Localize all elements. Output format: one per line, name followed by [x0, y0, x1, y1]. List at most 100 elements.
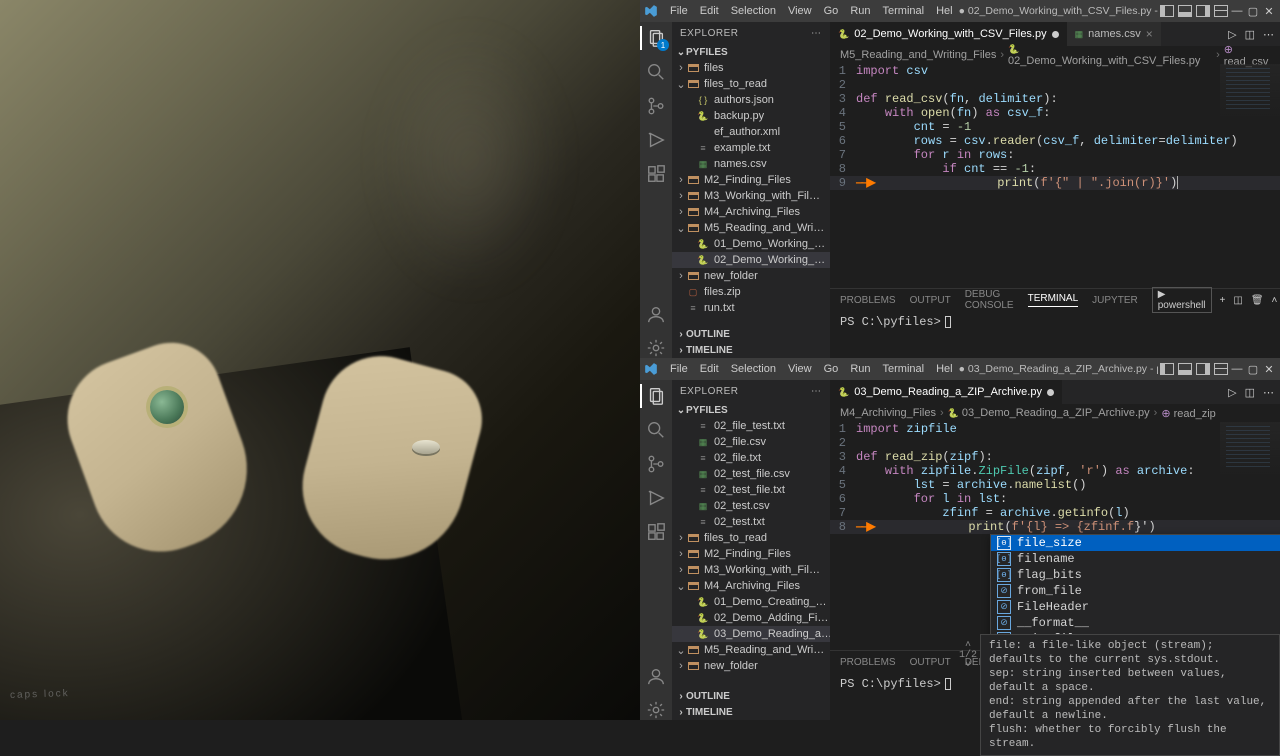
- layout-toggle-left-icon[interactable]: [1160, 5, 1174, 17]
- account-icon[interactable]: [646, 666, 666, 686]
- tree-item[interactable]: › M3_Working_with_Fil…: [672, 562, 830, 578]
- workspace-root[interactable]: ⌄PYFILES: [672, 402, 830, 418]
- breadcrumb-segment[interactable]: ⊕ read_zip: [1161, 407, 1215, 420]
- tree-item[interactable]: › new_folder: [672, 268, 830, 284]
- tree-item[interactable]: 🐍 01_Demo_Working_…: [672, 236, 830, 252]
- menu-view[interactable]: View: [782, 363, 818, 375]
- breadcrumb[interactable]: M4_Archiving_Files›🐍 03_Demo_Reading_a_Z…: [830, 404, 1280, 422]
- menu-view[interactable]: View: [782, 5, 818, 17]
- code-line[interactable]: rows = csv.reader(csv_f, delimiter=delim…: [856, 134, 1238, 148]
- files-icon[interactable]: [646, 386, 666, 406]
- tree-item[interactable]: ≡ 02_file_test.txt: [672, 418, 830, 434]
- autocomplete-item[interactable]: [ө] flag_bits: [991, 567, 1280, 583]
- layout-toggle-bottom-icon[interactable]: [1178, 5, 1192, 17]
- workspace-root[interactable]: ⌄PYFILES: [672, 44, 830, 60]
- tree-item[interactable]: › M2_Finding_Files: [672, 172, 830, 188]
- minimize-button[interactable]: —: [1230, 4, 1244, 18]
- autocomplete-item[interactable]: [ө] file_size: [991, 535, 1280, 551]
- layout-toggle-bottom-icon[interactable]: [1178, 363, 1192, 375]
- autocomplete-popup[interactable]: [ө] file_size [ө] filename [ө] flag_bits…: [990, 534, 1280, 648]
- code-line[interactable]: ——▶ print(f'{" | ".join(r)}'): [856, 176, 1178, 190]
- code-line[interactable]: import zipfile: [856, 422, 957, 436]
- more-icon[interactable]: ⋯: [811, 386, 822, 397]
- close-tab-icon[interactable]: ×: [1146, 27, 1153, 41]
- panel-tab-terminal[interactable]: TERMINAL: [1028, 293, 1079, 307]
- autocomplete-item[interactable]: [ө] filename: [991, 551, 1280, 567]
- panel-tab-output[interactable]: OUTPUT: [910, 295, 951, 306]
- timeline-section[interactable]: ›TIMELINE: [672, 342, 830, 358]
- tree-item[interactable]: ⌄ M5_Reading_and_Wri…: [672, 220, 830, 236]
- menu-file[interactable]: File: [664, 5, 694, 17]
- timeline-section[interactable]: ›TIMELINE: [672, 704, 830, 720]
- maximize-button[interactable]: ▢: [1246, 4, 1260, 18]
- code-line[interactable]: for r in rows:: [856, 148, 1014, 162]
- layout-toggle-left-icon[interactable]: [1160, 363, 1174, 375]
- menu-go[interactable]: Go: [818, 363, 845, 375]
- layout-customize-icon[interactable]: [1214, 363, 1228, 375]
- tree-item[interactable]: 🐍 02_Demo_Adding_Fi…: [672, 610, 830, 626]
- extensions-icon[interactable]: [646, 164, 666, 184]
- code-line[interactable]: import csv: [856, 64, 928, 78]
- more-actions-icon[interactable]: ⋯: [1263, 386, 1274, 399]
- minimap[interactable]: [1220, 422, 1280, 482]
- breadcrumb-segment[interactable]: M5_Reading_and_Writing_Files: [840, 49, 996, 61]
- chevron-up-icon[interactable]: ˄: [1272, 295, 1278, 306]
- tree-item[interactable]: ≡ example.txt: [672, 140, 830, 156]
- account-icon[interactable]: [646, 304, 666, 324]
- signature-nav[interactable]: ˄1/2˅: [959, 641, 977, 671]
- search-icon[interactable]: [646, 420, 666, 440]
- close-button[interactable]: ✕: [1262, 362, 1276, 376]
- code-line[interactable]: ——▶ print(f'{l} => {zfinf.f}'): [856, 520, 1156, 534]
- tree-item[interactable]: ▦ 02_test_file.csv: [672, 466, 830, 482]
- tree-item[interactable]: › M3_Working_with_Fil…: [672, 188, 830, 204]
- code-line[interactable]: if cnt == -1:: [856, 162, 1036, 176]
- tree-item[interactable]: ef_author.xml: [672, 124, 830, 140]
- menu-run[interactable]: Run: [844, 5, 876, 17]
- tree-item[interactable]: 🐍 03_Demo_Reading_a…: [672, 626, 830, 642]
- search-icon[interactable]: [646, 62, 666, 82]
- gear-icon[interactable]: [646, 700, 666, 720]
- layout-toggle-right-icon[interactable]: [1196, 5, 1210, 17]
- minimize-button[interactable]: —: [1230, 362, 1244, 376]
- terminal-body[interactable]: PS C:\pyfiles>: [830, 311, 1280, 358]
- code-line[interactable]: cnt = -1: [856, 120, 971, 134]
- tree-item[interactable]: ⌄ M5_Reading_and_Wri…: [672, 642, 830, 658]
- tree-item[interactable]: › new_folder: [672, 658, 830, 674]
- panel-tab-problems[interactable]: PROBLEMS: [840, 657, 896, 668]
- split-editor-icon[interactable]: ◫: [1245, 28, 1255, 41]
- panel-tab-debug-console[interactable]: DEBUG CONSOLE: [965, 289, 1014, 311]
- autocomplete-item[interactable]: ⊘ FileHeader: [991, 599, 1280, 615]
- panel-tab-jupyter[interactable]: JUPYTER: [1092, 295, 1138, 306]
- menu-terminal[interactable]: Terminal: [877, 5, 931, 17]
- source-control-icon[interactable]: [646, 454, 666, 474]
- panel-tab-output[interactable]: OUTPUT: [910, 657, 951, 668]
- code-line[interactable]: def read_zip(zipf):: [856, 450, 993, 464]
- minimap[interactable]: [1220, 64, 1280, 124]
- files-icon[interactable]: 1: [646, 28, 666, 48]
- layout-customize-icon[interactable]: [1214, 5, 1228, 17]
- menu-hel[interactable]: Hel: [930, 363, 959, 375]
- code-line[interactable]: lst = archive.namelist(): [856, 478, 1086, 492]
- menu-edit[interactable]: Edit: [694, 5, 725, 17]
- breadcrumb-segment[interactable]: M4_Archiving_Files: [840, 407, 936, 419]
- tree-item[interactable]: ▦ 02_test.csv: [672, 498, 830, 514]
- split-editor-icon[interactable]: ◫: [1245, 386, 1255, 399]
- tree-item[interactable]: › M4_Archiving_Files: [672, 204, 830, 220]
- menu-file[interactable]: File: [664, 363, 694, 375]
- code-line[interactable]: for l in lst:: [856, 492, 1007, 506]
- menu-go[interactable]: Go: [818, 5, 845, 17]
- run-button[interactable]: ▷: [1228, 28, 1236, 41]
- split-terminal-icon[interactable]: ◫: [1233, 295, 1242, 306]
- tree-item[interactable]: › files: [672, 60, 830, 76]
- debug-icon[interactable]: [646, 488, 666, 508]
- terminal-shell-select[interactable]: ▶ powershell: [1152, 287, 1212, 313]
- code-editor[interactable]: 1import zipfile23def read_zip(zipf):4 wi…: [830, 422, 1280, 650]
- editor-tab[interactable]: 🐍 03_Demo_Reading_a_ZIP_Archive.py: [830, 380, 1062, 404]
- close-button[interactable]: ✕: [1262, 4, 1276, 18]
- tree-item[interactable]: { } authors.json: [672, 92, 830, 108]
- gear-icon[interactable]: [646, 338, 666, 358]
- outline-section[interactable]: ›OUTLINE: [672, 688, 830, 704]
- tree-item[interactable]: ≡ 02_test.txt: [672, 514, 830, 530]
- code-line[interactable]: zfinf = archive.getinfo(l): [856, 506, 1130, 520]
- extensions-icon[interactable]: [646, 522, 666, 542]
